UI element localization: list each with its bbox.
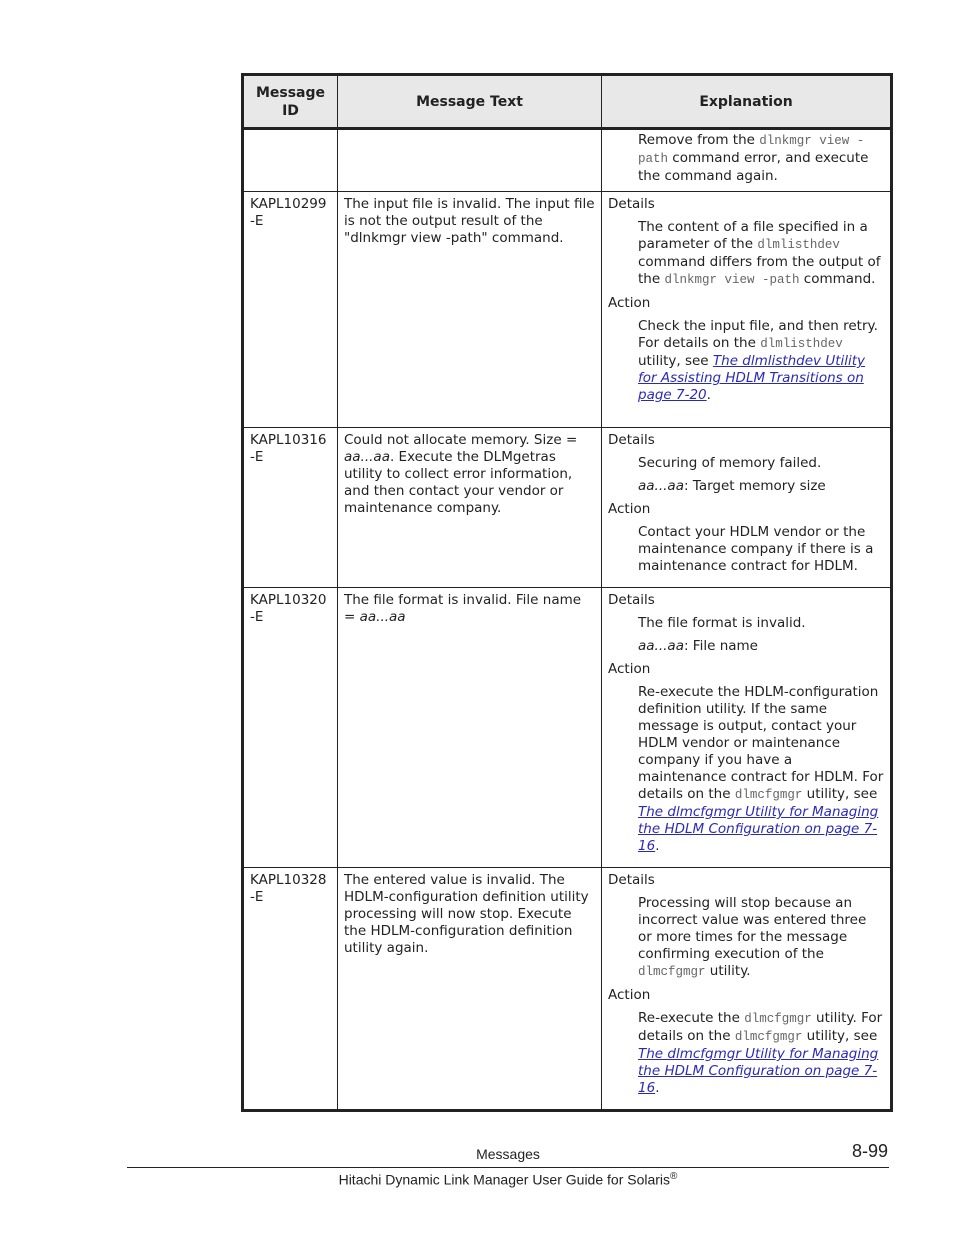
cell-text	[337, 128, 602, 192]
table-row-continuation: Remove from the dlnkmgr view -path comma…	[242, 128, 892, 192]
explanation: Details Processing will stop because an …	[601, 867, 892, 1111]
message-id: KAPL10320 -E	[242, 587, 338, 868]
code-text: dlmlisthdev	[760, 337, 843, 351]
code-text: dlnkmgr view -path	[664, 273, 800, 287]
details-text: The file format is invalid.	[638, 615, 806, 631]
footer-section-name: Messages	[476, 1146, 540, 1162]
variable-text: aa...aa	[344, 449, 390, 465]
cell-explanation: Remove from the dlnkmgr view -path comma…	[601, 128, 892, 192]
code-text: dlmcfgmgr	[744, 1012, 812, 1026]
footer-divider	[127, 1167, 889, 1168]
code-text: dlmcfgmgr	[734, 1030, 803, 1044]
message-text: The input file is invalid. The input fil…	[337, 191, 602, 428]
details-label: Details	[608, 196, 655, 212]
explanation: Details Securing of memory failed. aa...…	[601, 427, 892, 588]
action-text: Check the input file, and then retry. Fo…	[638, 318, 878, 403]
explanation: Details The file format is invalid. aa..…	[601, 587, 892, 868]
details-variable: aa...aa: File name	[638, 638, 758, 654]
code-text: dlmlisthdev	[757, 238, 840, 252]
code-text: dlmcfgmgr	[638, 965, 706, 979]
footer-page-number: 8-99	[851, 1141, 888, 1161]
cross-reference-link[interactable]: The dlmcfgmgr Utility for Managing the H…	[638, 804, 878, 854]
message-text: Could not allocate memory. Size = aa...a…	[337, 427, 602, 588]
details-text: Securing of memory failed.	[638, 455, 822, 471]
details-text: Processing will stop because an incorrec…	[638, 895, 867, 979]
table-row: KAPL10328 -E The entered value is invali…	[242, 867, 892, 1111]
table-row: KAPL10320 -E The file format is invalid.…	[242, 587, 892, 868]
action-text: Re-execute the HDLM-configuration defini…	[638, 684, 884, 854]
message-id: KAPL10316 -E	[242, 427, 338, 588]
continuation-text: Remove from the dlnkmgr view -path comma…	[638, 132, 869, 184]
message-text: The entered value is invalid. The HDLM-c…	[337, 867, 602, 1111]
cell-id	[242, 128, 338, 192]
footer-book-title: Hitachi Dynamic Link Manager User Guide …	[338, 1171, 678, 1188]
details-label: Details	[608, 592, 655, 608]
details-label: Details	[608, 872, 655, 888]
action-label: Action	[608, 987, 651, 1003]
cross-reference-link[interactable]: The dlmcfgmgr Utility for Managing the H…	[638, 1046, 878, 1096]
header-explanation: Explanation	[601, 74, 892, 130]
explanation: Details The content of a file specified …	[601, 191, 892, 428]
document-page: Message ID Message Text Explanation Remo…	[0, 0, 954, 1235]
code-text: dlmcfgmgr	[734, 788, 803, 802]
table-row: KAPL10299 -E The input file is invalid. …	[242, 191, 892, 428]
header-message-id: Message ID	[242, 74, 338, 130]
table-header-row: Message ID Message Text Explanation	[242, 74, 892, 130]
variable-text: aa...aa	[359, 609, 406, 625]
action-label: Action	[608, 295, 651, 311]
message-id: KAPL10299 -E	[242, 191, 338, 428]
details-label: Details	[608, 432, 655, 448]
action-label: Action	[608, 501, 651, 517]
message-id: KAPL10328 -E	[242, 867, 338, 1111]
message-table: Message ID Message Text Explanation Remo…	[241, 73, 893, 1112]
registered-trademark: ®	[670, 1171, 678, 1182]
details-variable: aa...aa: Target memory size	[638, 478, 826, 494]
table-row: KAPL10316 -E Could not allocate memory. …	[242, 427, 892, 588]
action-text: Re-execute the dlmcfgmgr utility. For de…	[638, 1010, 883, 1096]
message-text: The file format is invalid. File name = …	[337, 587, 602, 868]
action-text: Contact your HDLM vendor or the maintena…	[638, 524, 874, 574]
details-text: The content of a file specified in a par…	[638, 219, 881, 287]
header-message-text: Message Text	[337, 74, 602, 130]
action-label: Action	[608, 661, 651, 677]
